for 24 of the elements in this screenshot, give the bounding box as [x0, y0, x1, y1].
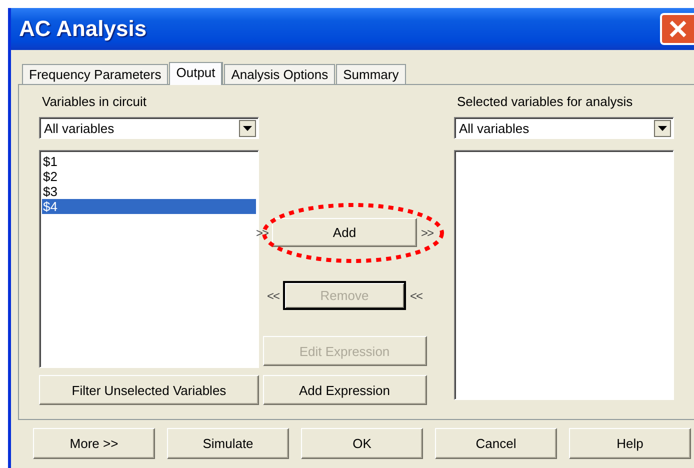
window-title: AC Analysis: [19, 16, 147, 42]
list-item[interactable]: $1: [42, 154, 256, 169]
action-button[interactable]: Add Expression: [262, 375, 426, 405]
chevron-label: <<: [266, 288, 279, 302]
list-item[interactable]: $2: [42, 169, 256, 184]
list-label: Selected variables for analysis: [456, 94, 634, 110]
action-button[interactable]: Add: [272, 218, 417, 247]
dialog-button[interactable]: More >>: [33, 428, 155, 459]
chevron-label: >>: [421, 226, 434, 240]
filter-button[interactable]: Filter Unselected Variables: [39, 375, 259, 405]
dialog-button[interactable]: OK: [301, 428, 423, 459]
tab[interactable]: Summary: [336, 64, 406, 84]
dialog-button[interactable]: Simulate: [167, 428, 289, 459]
dropdown[interactable]: All variables: [39, 117, 259, 139]
dropdown[interactable]: All variables: [454, 117, 674, 139]
tab[interactable]: Output: [169, 62, 224, 85]
list-item[interactable]: $3: [42, 184, 256, 199]
chevron-label: <<: [410, 288, 422, 302]
tab[interactable]: Analysis Options: [224, 64, 336, 84]
dialog-button[interactable]: Cancel: [435, 428, 557, 459]
tab[interactable]: Frequency Parameters: [22, 64, 168, 84]
list-label: Variables in circuit: [41, 94, 148, 110]
dialog-button[interactable]: Help: [569, 428, 691, 459]
list-item[interactable]: $4: [42, 199, 256, 214]
